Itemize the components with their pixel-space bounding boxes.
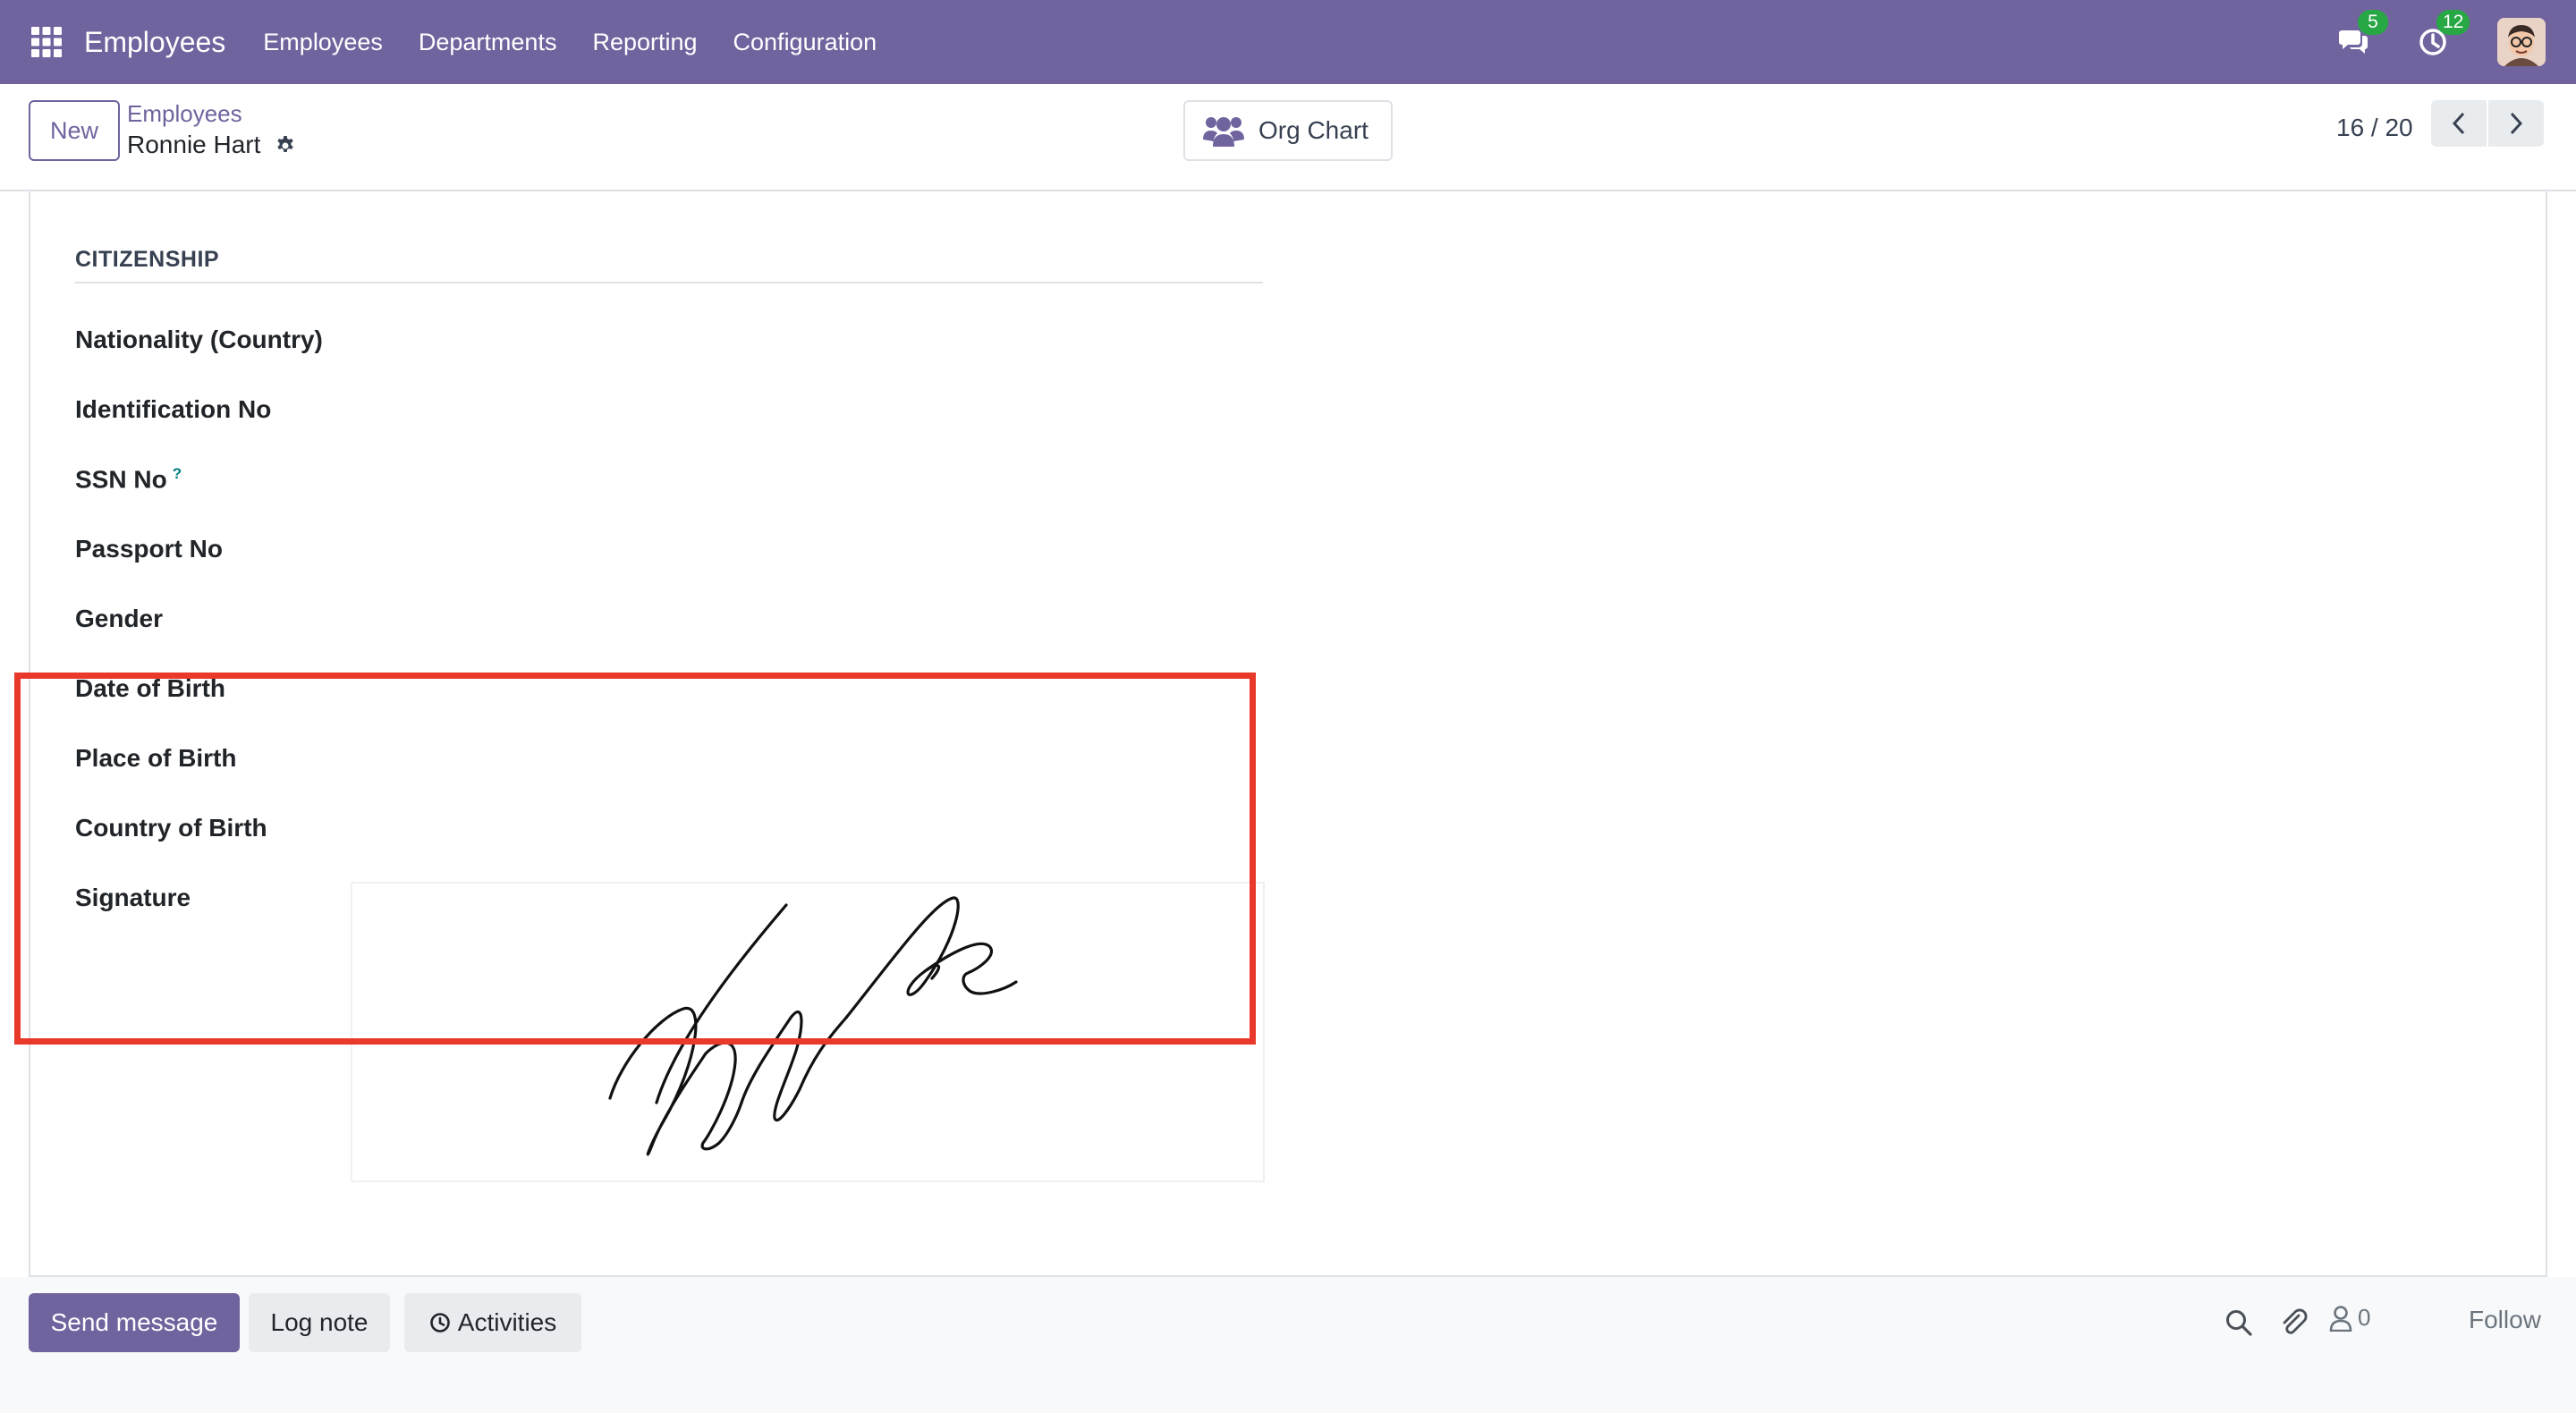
clock-icon <box>429 1312 451 1333</box>
pager-value[interactable]: 16 / 20 <box>2336 107 2413 148</box>
label-identification-no: Identification No <box>75 395 272 423</box>
messages-badge: 5 <box>2358 10 2388 35</box>
systray: 5 12 <box>2336 0 2576 84</box>
search-icon <box>2226 1310 2252 1336</box>
label-date-of-birth: Date of Birth <box>75 674 225 702</box>
attachments-button[interactable] <box>2279 1307 2309 1338</box>
record-name: Ronnie Hart <box>127 131 261 158</box>
new-button[interactable]: New <box>29 100 120 161</box>
top-navbar: Employees Employees Departments Reportin… <box>0 0 2576 84</box>
app-title[interactable]: Employees <box>84 0 225 84</box>
menu-departments[interactable]: Departments <box>401 0 575 84</box>
breadcrumb: Employees Ronnie Hart <box>127 98 298 161</box>
search-messages-button[interactable] <box>2224 1307 2254 1338</box>
activities-label: Activities <box>457 1308 557 1336</box>
control-panel: New Employees Ronnie Hart Org Chart 16 / <box>0 84 2576 191</box>
follower-count: 0 <box>2358 1304 2371 1331</box>
label-nationality: Nationality (Country) <box>75 326 323 353</box>
label-country-of-birth: Country of Birth <box>75 814 267 842</box>
signature-field[interactable] <box>351 882 1265 1182</box>
activities-button[interactable]: 12 <box>2415 10 2470 60</box>
menu-reporting[interactable]: Reporting <box>574 0 715 84</box>
gear-icon[interactable] <box>275 133 298 157</box>
messages-button[interactable]: 5 <box>2336 10 2388 60</box>
activities-chatter-button[interactable]: Activities <box>404 1293 581 1352</box>
label-ssn-text: SSN No <box>75 465 167 494</box>
breadcrumb-employees[interactable]: Employees <box>127 98 298 129</box>
ssn-help-tooltip[interactable]: ? <box>173 465 182 482</box>
label-passport-no: Passport No <box>75 535 223 563</box>
follow-button[interactable]: Follow <box>2469 1306 2541 1334</box>
chevron-right-icon <box>2510 112 2523 135</box>
user-avatar[interactable] <box>2497 18 2546 66</box>
pager-previous-button[interactable] <box>2431 100 2487 147</box>
paperclip-icon <box>2283 1308 2308 1334</box>
send-message-button[interactable]: Send message <box>29 1293 240 1352</box>
chatter: Send message Log note Activities 0 Follo… <box>0 1277 2576 1413</box>
section-title-citizenship: CITIZENSHIP <box>75 247 1263 283</box>
followers-button[interactable]: 0 <box>2329 1304 2370 1332</box>
chevron-left-icon <box>2452 112 2465 135</box>
activities-badge: 12 <box>2436 10 2470 35</box>
pager-next-button[interactable] <box>2488 100 2544 147</box>
user-icon <box>2329 1305 2352 1332</box>
form-sheet: CITIZENSHIP Nationality (Country) Identi… <box>29 191 2547 1277</box>
label-place-of-birth: Place of Birth <box>75 744 237 772</box>
signature-image <box>608 896 1018 1156</box>
org-chart-button[interactable]: Org Chart <box>1183 100 1393 161</box>
label-ssn-no: SSN No? <box>75 465 182 494</box>
main-menu: Employees Departments Reporting Configur… <box>245 0 894 84</box>
users-icon <box>1203 113 1244 148</box>
label-signature: Signature <box>75 884 191 911</box>
log-note-button[interactable]: Log note <box>249 1293 390 1352</box>
menu-configuration[interactable]: Configuration <box>716 0 895 84</box>
org-chart-label: Org Chart <box>1258 116 1368 144</box>
menu-employees[interactable]: Employees <box>245 0 401 84</box>
label-gender: Gender <box>75 605 164 632</box>
apps-grid-icon[interactable] <box>30 26 63 58</box>
